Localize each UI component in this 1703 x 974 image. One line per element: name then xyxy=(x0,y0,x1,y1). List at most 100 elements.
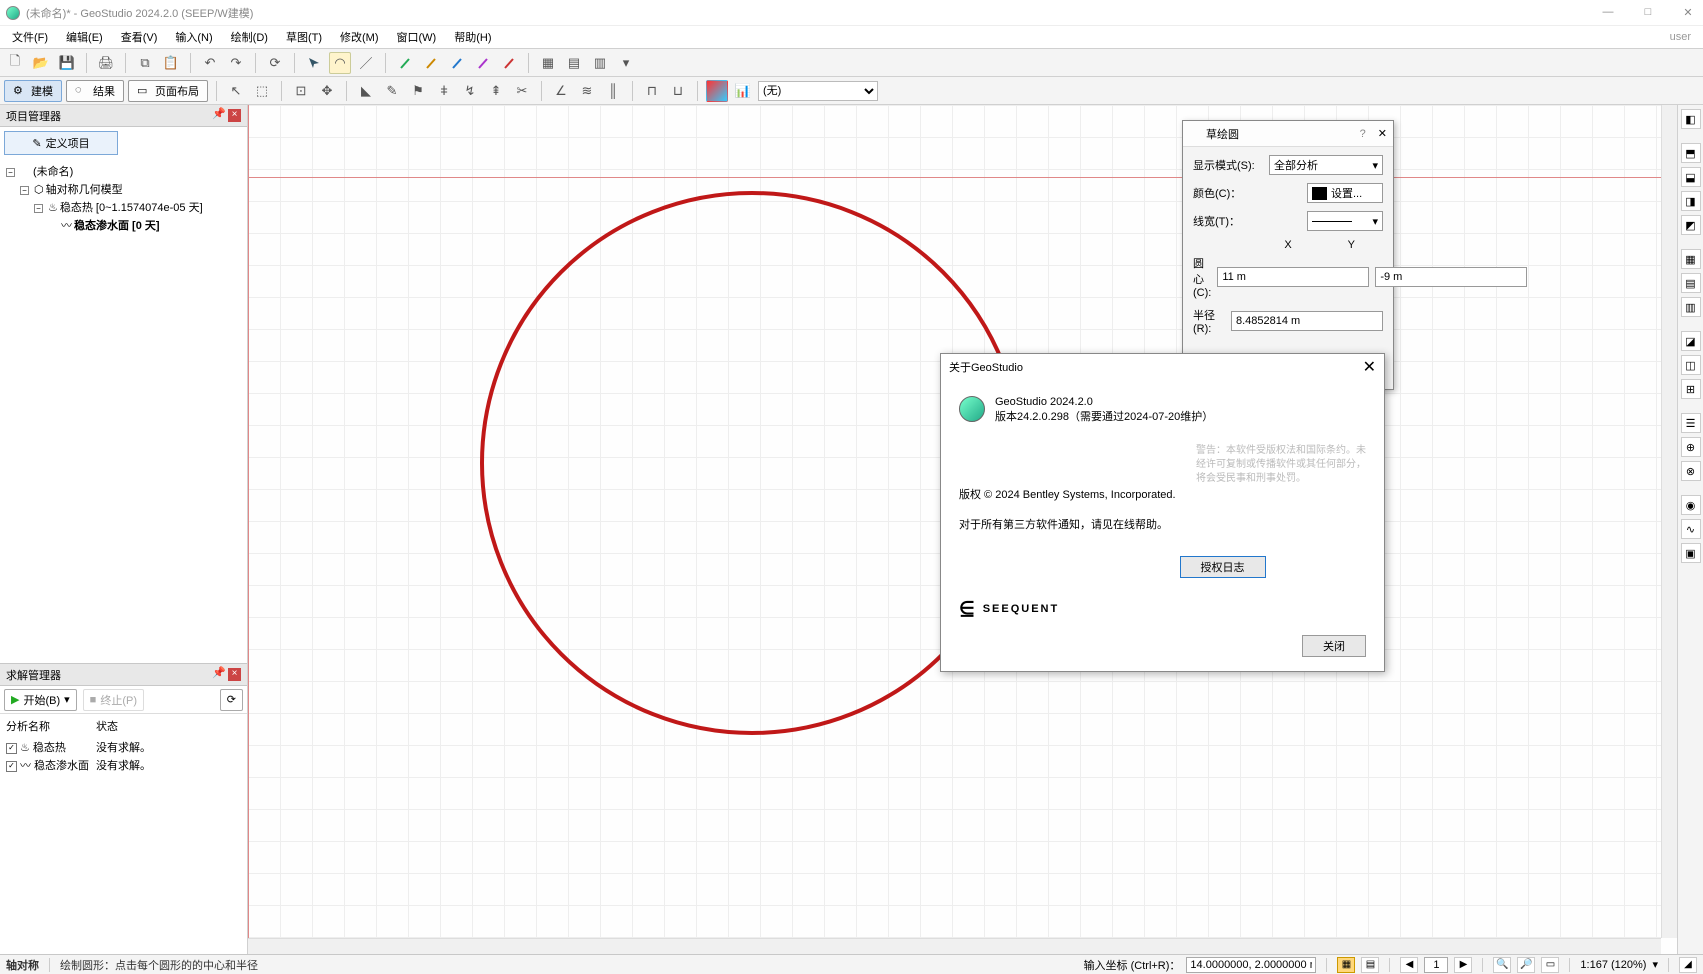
list-item[interactable]: ✓♨稳态热 没有求解。 xyxy=(6,739,241,757)
p2-icon[interactable]: ⊔ xyxy=(667,80,689,102)
vertical-scrollbar[interactable] xyxy=(1661,105,1677,938)
rtool-11-icon[interactable]: ⊞ xyxy=(1681,379,1701,399)
define-1-icon[interactable]: ◣ xyxy=(355,80,377,102)
l2-icon[interactable]: ≋ xyxy=(576,80,598,102)
menu-modify[interactable]: 修改(M) xyxy=(340,29,379,45)
define-k3-icon[interactable]: ⇞ xyxy=(485,80,507,102)
rtool-7-icon[interactable]: ▤ xyxy=(1681,273,1701,293)
display-mode-select[interactable]: 全部分析▾ xyxy=(1269,155,1383,175)
sketch-circle-dialog[interactable]: 草绘圆 ? ✕ 显示模式(S): 全部分析▾ 颜色(C)： 设置... 线宽(T… xyxy=(1182,120,1394,390)
print-icon[interactable]: 🖨 xyxy=(95,52,117,74)
select-icon[interactable]: ⬚ xyxy=(251,80,273,102)
open-icon[interactable]: 📂 xyxy=(30,52,52,74)
define-flag-icon[interactable]: ⚑ xyxy=(407,80,429,102)
contour-icon[interactable] xyxy=(706,80,728,102)
rtool-13-icon[interactable]: ⊕ xyxy=(1681,437,1701,457)
menu-sketch[interactable]: 草图(T) xyxy=(286,29,322,45)
rtool-1-icon[interactable]: ◧ xyxy=(1681,109,1701,129)
define-cut-icon[interactable]: ✂ xyxy=(511,80,533,102)
solve-stop-button[interactable]: ■终止(P) xyxy=(83,689,144,711)
tool-region-icon[interactable]: ◠ xyxy=(329,52,351,74)
mesh-more-icon[interactable]: ▾ xyxy=(615,52,637,74)
solve-refresh-button[interactable]: ⟳ xyxy=(220,689,243,711)
rtool-10-icon[interactable]: ◫ xyxy=(1681,355,1701,375)
tool-line-icon[interactable]: ／ xyxy=(355,52,377,74)
save-icon[interactable]: 💾 xyxy=(56,52,78,74)
bc-1-icon[interactable] xyxy=(394,52,416,74)
maximize-button[interactable]: □ xyxy=(1639,6,1657,19)
snap-grid-icon[interactable]: ▦ xyxy=(1337,957,1355,973)
tab-result[interactable]: ◌结果 xyxy=(66,80,124,102)
rtool-9-icon[interactable]: ◪ xyxy=(1681,331,1701,351)
corner-icon[interactable]: ◢ xyxy=(1679,957,1697,973)
pointer-icon[interactable]: ↖ xyxy=(225,80,247,102)
close-icon[interactable]: × xyxy=(228,668,241,681)
radius-input[interactable] xyxy=(1231,311,1383,331)
undo-icon[interactable]: ↶ xyxy=(199,52,221,74)
zoom-out-icon[interactable]: 🔍 xyxy=(1493,957,1511,973)
bc-4-icon[interactable] xyxy=(472,52,494,74)
define-k1-icon[interactable]: ǂ xyxy=(433,80,455,102)
rtool-3-icon[interactable]: ⬓ xyxy=(1681,167,1701,187)
paste-icon[interactable]: 📋 xyxy=(160,52,182,74)
dialog-close-icon[interactable]: ✕ xyxy=(1378,127,1387,140)
menu-view[interactable]: 查看(V) xyxy=(121,29,158,45)
page-next-icon[interactable]: ▶ xyxy=(1454,957,1472,973)
define-k2-icon[interactable]: ↯ xyxy=(459,80,481,102)
tool-arrow-icon[interactable] xyxy=(303,52,325,74)
define-pen-icon[interactable]: ✎ xyxy=(381,80,403,102)
rtool-8-icon[interactable]: ▥ xyxy=(1681,297,1701,317)
mesh-2-icon[interactable]: ▤ xyxy=(563,52,585,74)
horizontal-scrollbar[interactable] xyxy=(248,938,1661,954)
license-log-button[interactable]: 授权日志 xyxy=(1180,556,1266,578)
solve-start-button[interactable]: ▶开始(B) ▾ xyxy=(4,689,77,711)
project-tree[interactable]: −(未命名) −⬡轴对称几何模型 −♨稳态热 [0~1.1574074e-05 … xyxy=(0,159,247,239)
bc-2-icon[interactable] xyxy=(420,52,442,74)
list-item[interactable]: ✓〰稳态渗水面 没有求解。 xyxy=(6,757,241,775)
bc-5-icon[interactable] xyxy=(498,52,520,74)
close-icon[interactable]: × xyxy=(228,109,241,122)
page-prev-icon[interactable]: ◀ xyxy=(1400,957,1418,973)
mesh-1-icon[interactable]: ▦ xyxy=(537,52,559,74)
analysis-selector[interactable]: (无) xyxy=(758,81,878,101)
menu-draw[interactable]: 绘制(D) xyxy=(231,29,268,45)
zoom-dropdown-icon[interactable]: ▾ xyxy=(1652,958,1658,971)
redo-icon[interactable]: ↷ xyxy=(225,52,247,74)
menu-window[interactable]: 窗口(W) xyxy=(397,29,437,45)
snap-obj-icon[interactable]: ▤ xyxy=(1361,957,1379,973)
coord-input[interactable] xyxy=(1186,957,1316,973)
new-icon[interactable]: 🗋 xyxy=(4,52,26,74)
rtool-17-icon[interactable]: ▣ xyxy=(1681,543,1701,563)
rtool-12-icon[interactable]: ☰ xyxy=(1681,413,1701,433)
rtool-15-icon[interactable]: ◉ xyxy=(1681,495,1701,515)
about-dialog[interactable]: 关于GeoStudio ✕ GeoStudio 2024.2.0 版本24.2.… xyxy=(940,353,1385,672)
p1-icon[interactable]: ⊓ xyxy=(641,80,663,102)
pin-icon[interactable]: 📌 xyxy=(212,109,225,122)
copy-icon[interactable]: ⧉ xyxy=(134,52,156,74)
menu-input[interactable]: 输入(N) xyxy=(175,29,212,45)
rtool-14-icon[interactable]: ⊗ xyxy=(1681,461,1701,481)
l1-icon[interactable]: ∠ xyxy=(550,80,572,102)
mesh-3-icon[interactable]: ▥ xyxy=(589,52,611,74)
l3-icon[interactable]: ║ xyxy=(602,80,624,102)
line-width-select[interactable]: ▾ xyxy=(1307,211,1383,231)
zoom-window-icon[interactable]: ⊡ xyxy=(290,80,312,102)
rtool-16-icon[interactable]: ∿ xyxy=(1681,519,1701,539)
rtool-6-icon[interactable]: ▦ xyxy=(1681,249,1701,269)
tab-layout[interactable]: ▭页面布局 xyxy=(128,80,208,102)
menu-help[interactable]: 帮助(H) xyxy=(454,29,491,45)
menu-file[interactable]: 文件(F) xyxy=(12,29,48,45)
rtool-5-icon[interactable]: ◩ xyxy=(1681,215,1701,235)
menu-edit[interactable]: 编辑(E) xyxy=(66,29,103,45)
bc-3-icon[interactable] xyxy=(446,52,468,74)
about-close-icon[interactable]: ✕ xyxy=(1363,357,1376,377)
rtool-4-icon[interactable]: ◨ xyxy=(1681,191,1701,211)
refresh-icon[interactable]: ⟳ xyxy=(264,52,286,74)
graph-icon[interactable]: 📊 xyxy=(732,80,754,102)
zoom-in-icon[interactable]: 🔎 xyxy=(1517,957,1535,973)
help-icon[interactable]: ? xyxy=(1360,128,1366,140)
rtool-2-icon[interactable]: ⬒ xyxy=(1681,143,1701,163)
center-x-input[interactable] xyxy=(1217,267,1369,287)
page-input[interactable] xyxy=(1424,957,1448,973)
center-y-input[interactable] xyxy=(1375,267,1527,287)
